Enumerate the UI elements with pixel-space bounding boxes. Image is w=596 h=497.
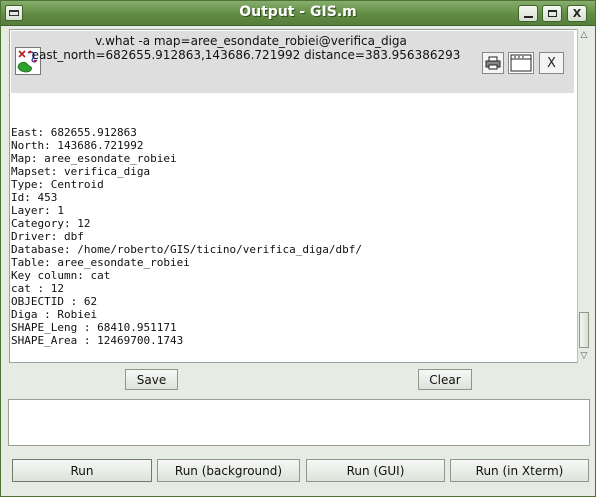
maximize-button[interactable] [542,5,562,22]
query-header: v.what -a map=aree_esondate_robiei@verif… [11,31,574,93]
close-button[interactable]: X [567,5,587,22]
output-window: Output - GIS.m X v.what -a map=aree_eson… [0,0,596,497]
close-query-button[interactable]: X [539,52,564,74]
query-result-text: East: 682655.912863 North: 143686.721992… [11,126,362,347]
result-line: Mapset: verifica_diga [11,165,151,178]
run-background-button[interactable]: Run (background) [157,459,300,482]
save-button[interactable]: Save [125,369,178,390]
printer-icon [485,56,501,70]
minimize-button[interactable] [518,5,538,22]
result-line: East: 682655.912863 [11,126,137,139]
new-window-button[interactable] [508,52,534,74]
title-bar[interactable]: Output - GIS.m X [1,1,595,26]
scroll-up-icon[interactable]: △ [579,31,589,40]
result-line: Type: Centroid [11,178,104,191]
query-info-text: east_north=682655.912863,143686.721992 d… [31,48,461,62]
result-line: Layer: 1 [11,204,64,217]
result-line: Category: 12 [11,217,91,230]
result-line: Map: aree_esondate_robiei [11,152,177,165]
scroll-down-icon[interactable]: ▽ [579,352,589,361]
output-panel[interactable]: v.what -a map=aree_esondate_robiei@verif… [9,29,589,363]
result-line: SHAPE_Area : 12469700.1743 [11,334,184,347]
minimize-icon [523,15,533,18]
maximize-icon [547,10,557,17]
result-line: Database: /home/roberto/GIS/ticino/verif… [11,243,362,256]
result-line: OBJECTID : 62 [11,295,98,308]
run-xterm-button[interactable]: Run (in Xterm) [450,459,589,482]
result-line: Driver: dbf [11,230,84,243]
result-line: North: 143686.721992 [11,139,144,152]
command-input[interactable] [8,399,590,446]
result-line: Table: aree_esondate_robiei [11,256,190,269]
result-line: Key column: cat [11,269,111,282]
scrollbar-thumb[interactable] [579,312,589,348]
result-line: Id: 453 [11,191,58,204]
output-vertical-scrollbar[interactable]: △ ▽ [577,29,589,363]
window-title: Output - GIS.m [239,4,357,20]
print-button[interactable] [482,52,504,74]
result-line: SHAPE_Leng : 68410.951171 [11,321,177,334]
run-gui-button[interactable]: Run (GUI) [306,459,445,482]
command-text: v.what -a map=aree_esondate_robiei@verif… [95,34,407,48]
clear-button[interactable]: Clear [418,369,472,390]
result-line: cat : 12 [11,282,64,295]
run-button[interactable]: Run [12,459,152,482]
result-line: Diga : Robiei [11,308,98,321]
window-icon [510,54,532,72]
